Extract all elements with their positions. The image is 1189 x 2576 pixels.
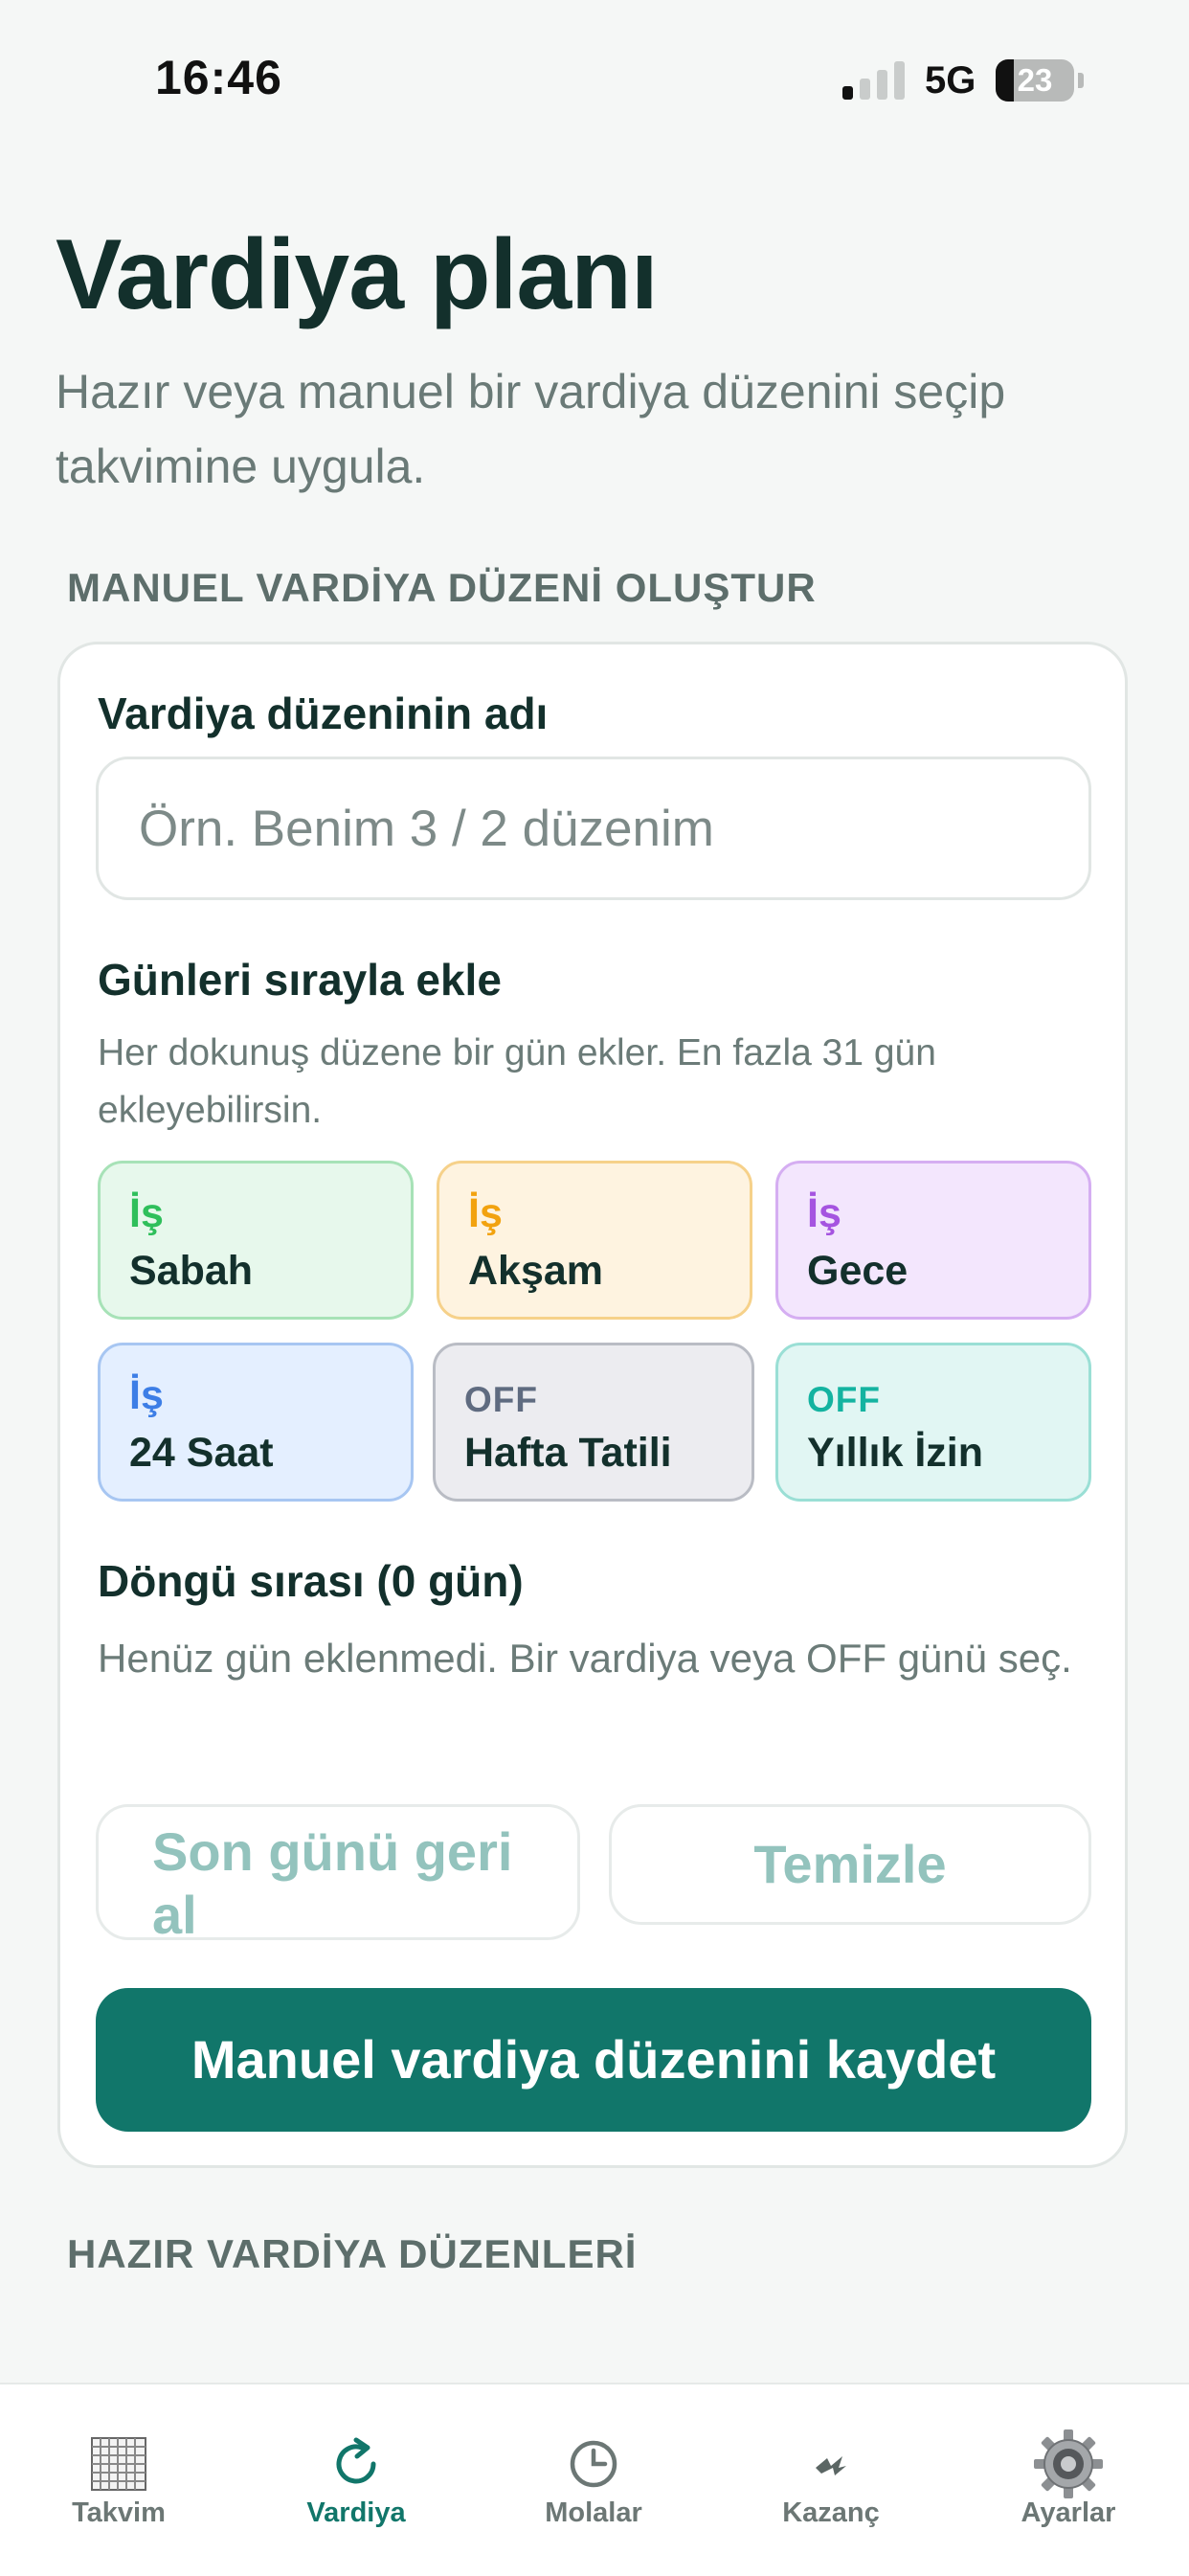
network-label: 5G [925,59,976,102]
tab-label: Ayarlar [1021,2497,1116,2528]
shift-name: Yıllık İzin [807,1430,983,1476]
tab-label: Vardiya [306,2497,406,2528]
shift-kind: İş [468,1190,503,1236]
shift-option-gece[interactable]: İş Gece [775,1161,1091,1320]
pattern-name-label: Vardiya düzeninin adı [98,689,549,738]
status-bar: 16:46 5G 23 [0,0,1189,163]
presets-section-heading: HAZIR VARDİYA DÜZENLERİ [67,2231,638,2276]
shift-name: Hafta Tatili [464,1430,672,1476]
tab-label: Kazanç [782,2497,880,2528]
status-time: 16:46 [155,51,282,104]
shift-kind: İş [129,1372,164,1418]
cycle-empty-text: Henüz gün eklenmedi. Bir vardiya veya OF… [98,1636,1072,1681]
signal-icon [842,61,906,100]
calendar-grid-icon [0,2430,237,2497]
shift-option-yillik-izin[interactable]: OFF Yıllık İzin [775,1343,1091,1502]
tab-ayarlar[interactable]: Ayarlar [950,2384,1187,2576]
tab-label: Molalar [545,2497,642,2528]
page-subtitle: Hazır veya manuel bir vardiya düzenini s… [56,365,1006,493]
lightning-icon [712,2430,950,2497]
shift-name: 24 Saat [129,1430,274,1476]
tab-bar: Takvim Vardiya Molalar Kazanç Ayarlar [0,2383,1189,2576]
undo-last-day-label: Son günü geri al [152,1821,513,1945]
save-manual-pattern-button[interactable]: Manuel vardiya düzenini kaydet [96,1988,1091,2132]
undo-last-day-button[interactable]: Son günü geri al [96,1804,580,1945]
shift-option-sabah[interactable]: İş Sabah [98,1161,414,1320]
days-help-text: Her dokunuş düzene bir gün ekler. En faz… [98,1032,936,1131]
pattern-name-input[interactable] [96,757,1091,900]
tab-vardiya[interactable]: Vardiya [237,2384,475,2576]
manual-section-heading: MANUEL VARDİYA DÜZENİ OLUŞTUR [67,565,817,610]
tab-kazanc[interactable]: Kazanç [712,2384,950,2576]
battery-icon: 23 [996,59,1074,102]
tab-label: Takvim [72,2497,166,2528]
battery-tip [1078,73,1084,88]
shift-kind: OFF [807,1380,881,1419]
gear-icon [950,2429,1187,2498]
battery-percent: 23 [1017,62,1053,98]
shift-kind: İş [129,1190,164,1236]
shift-option-24-saat[interactable]: İş 24 Saat [98,1343,414,1502]
clock-icon [475,2430,712,2497]
shift-name: Sabah [129,1248,254,1294]
page-title: Vardiya planı [56,219,659,330]
tab-takvim[interactable]: Takvim [0,2384,237,2576]
clear-button[interactable]: Temizle [609,1804,1091,1925]
shift-name: Akşam [468,1248,604,1294]
tab-molalar[interactable]: Molalar [475,2384,712,2576]
shift-option-hafta-tatili[interactable]: OFF Hafta Tatili [433,1343,754,1502]
shift-kind: OFF [464,1380,538,1419]
refresh-icon [237,2430,475,2497]
shift-name: Gece [807,1248,909,1294]
shift-option-aksam[interactable]: İş Akşam [437,1161,752,1320]
cycle-title: Döngü sırası (0 gün) [98,1556,524,1606]
days-title: Günleri sırayla ekle [98,955,502,1005]
shift-kind: İş [807,1190,841,1236]
